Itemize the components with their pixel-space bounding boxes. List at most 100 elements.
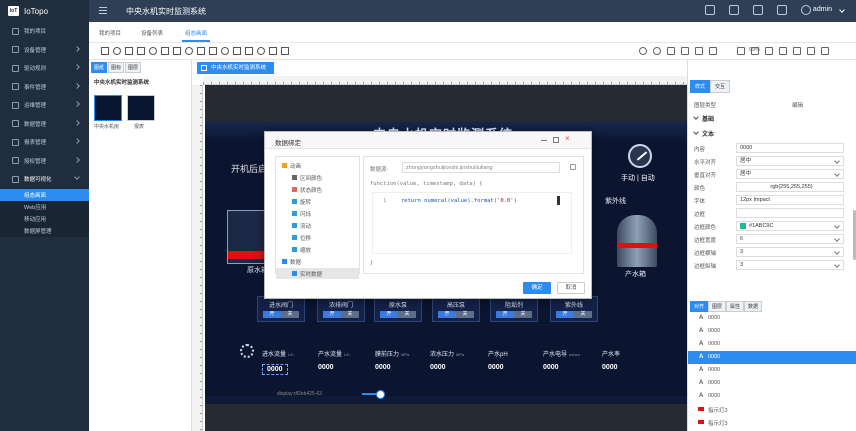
prop-value[interactable]: 3 (736, 260, 844, 270)
left-panel-tab[interactable]: 图纸 (91, 62, 108, 73)
drawing-thumb-main[interactable] (94, 95, 122, 121)
layer-item[interactable]: A 0000 (688, 377, 856, 390)
drawing-tree-root[interactable]: 中央水机实时监测系统 (94, 78, 149, 86)
layer-panel-tab[interactable]: 图层 (708, 301, 727, 312)
code-editor[interactable]: 1 return numeral(value).format('0.0') (372, 192, 572, 254)
toolbar-action-icon[interactable] (639, 47, 647, 55)
message-icon[interactable] (777, 5, 787, 15)
binding-tree-node[interactable]: 数据 (276, 256, 359, 267)
globe-icon[interactable] (801, 5, 811, 15)
sidebar-item[interactable]: 数据管理 (0, 115, 89, 134)
layer-item[interactable]: A 0000 (688, 390, 856, 403)
shape-tool-icon[interactable] (125, 47, 133, 55)
sidebar-item[interactable]: 授权管理 (0, 152, 89, 171)
toolbar-action-icon[interactable] (737, 47, 745, 55)
layer-panel-tab[interactable]: 属性 (726, 301, 745, 312)
layer-item[interactable]: A 0000 (688, 351, 856, 364)
sidebar-item[interactable]: 驱动规则 (0, 59, 89, 78)
drawing-thumb-report[interactable] (127, 95, 155, 121)
layer-item[interactable]: 指示灯3 (688, 403, 856, 416)
sensor-readout[interactable]: 产水流量 L/h 0000 (318, 349, 374, 371)
shape-tool-icon[interactable] (197, 47, 205, 55)
binding-tree-node[interactable]: 动画 (276, 160, 359, 171)
hamburger-icon[interactable] (99, 7, 107, 14)
layer-item[interactable]: A 0000 (688, 312, 856, 325)
switch-on[interactable]: 开 (556, 311, 574, 318)
toolbar-action-icon[interactable] (751, 47, 759, 55)
shape-tool-icon[interactable] (137, 47, 145, 55)
binding-tree-node[interactable]: 状态颜色 (276, 184, 359, 195)
left-panel-tab[interactable]: 图层 (125, 62, 142, 73)
shape-tool-icon[interactable] (113, 47, 121, 55)
switch-on[interactable]: 开 (496, 311, 514, 318)
switch-on[interactable]: 开 (323, 311, 341, 318)
zoom-slider[interactable] (362, 390, 385, 399)
cancel-button[interactable]: 取消 (557, 282, 585, 294)
sidebar-subitem[interactable]: 移动应用 (0, 212, 89, 225)
shape-tool-icon[interactable] (245, 47, 253, 55)
valve-control[interactable]: 原水泵开关 (374, 296, 422, 322)
valve-switch[interactable]: 开关 (323, 311, 359, 318)
sensor-readout[interactable]: 产水pH 0000 (488, 349, 544, 371)
shape-tool-icon[interactable] (149, 47, 157, 55)
copy-icon[interactable] (570, 164, 576, 170)
switch-off[interactable]: 关 (456, 311, 474, 318)
prop-value[interactable]: 3 (736, 247, 844, 257)
user-menu[interactable]: admin (813, 6, 832, 13)
sidebar-subitem[interactable]: 数据屏管理 (0, 224, 89, 237)
toolbar-action-icon[interactable] (681, 47, 689, 55)
prop-value[interactable]: 12px Impact (736, 195, 844, 205)
binding-tree-node[interactable]: 缩放 (276, 244, 359, 255)
sensor-readout[interactable]: 产水电导 us/cm 0000 (543, 349, 599, 371)
sidebar-item[interactable]: 报表管理 (0, 133, 89, 152)
toolbar-action-icon[interactable] (821, 47, 829, 55)
switch-off[interactable]: 关 (514, 311, 532, 318)
prop-value[interactable]: 居中 (736, 169, 844, 179)
layer-item[interactable]: A 0000 (688, 325, 856, 338)
switch-off[interactable]: 关 (398, 311, 416, 318)
switch-on[interactable]: 开 (438, 311, 456, 318)
sensor-readout[interactable]: 进水流量 L/h 0000 (262, 349, 318, 375)
toolbar-action-icon[interactable] (653, 47, 661, 55)
mode-knob-icon[interactable] (628, 144, 652, 168)
alert-icon[interactable] (705, 5, 715, 15)
binding-tree-node[interactable]: 流动 (276, 220, 359, 231)
switch-off[interactable]: 关 (341, 311, 359, 318)
valve-control[interactable]: 高压泵开关 (432, 296, 480, 322)
sensor-readout[interactable]: 浓水压力 MPa 0000 (430, 349, 486, 371)
toolbar-action-icon[interactable] (793, 47, 801, 55)
sidebar-item[interactable]: 事件管理 (0, 78, 89, 97)
sidebar-item[interactable]: 设备管理 (0, 41, 89, 60)
prop-value[interactable]: #1ABC9C (736, 221, 844, 231)
layer-panel-tab[interactable]: 对齐 (690, 301, 709, 312)
valve-control[interactable]: 进水阀门开关 (257, 296, 305, 322)
sensor-readout[interactable]: 膜前压力 MPa 0000 (375, 349, 431, 371)
prop-value[interactable] (736, 208, 844, 218)
binding-tree-node[interactable]: 实时数据 (276, 268, 359, 279)
switch-on[interactable]: 开 (263, 311, 281, 318)
sensor-readout[interactable]: 产水率 0000 (602, 349, 658, 371)
page-tab[interactable]: 组态画面 (181, 29, 211, 42)
sidebar-subitem[interactable]: 组态画面 (0, 188, 89, 201)
ok-button[interactable]: 确定 (523, 282, 551, 294)
binding-tree-node[interactable]: 区间颜色 (276, 172, 359, 183)
shape-tool-icon[interactable] (101, 47, 109, 55)
prop-value[interactable]: rgb(255,255,255) (736, 182, 844, 192)
sidebar-item[interactable]: 运维管理 (0, 96, 89, 115)
layer-item[interactable]: 指示灯3 (688, 416, 856, 429)
prop-value[interactable]: 居中 (736, 156, 844, 166)
layer-panel-tab[interactable]: 数据 (744, 301, 763, 312)
binding-tree-node[interactable]: 位移 (276, 232, 359, 243)
valve-control[interactable]: 紫外线开关 (550, 296, 598, 322)
valve-switch[interactable]: 开关 (380, 311, 416, 318)
minimize-icon[interactable] (541, 137, 547, 141)
right-panel-tab[interactable]: 交互 (710, 80, 731, 93)
switch-off[interactable]: 关 (281, 311, 299, 318)
maximize-icon[interactable] (553, 137, 559, 143)
chevron-down-icon[interactable] (839, 7, 845, 13)
shape-tool-icon[interactable] (281, 47, 289, 55)
datasource-input[interactable]: zhongyangshuijiceshi.jinshuiliuliang (402, 162, 560, 173)
monitor-icon[interactable] (729, 5, 739, 15)
valve-control[interactable]: 浓排阀门开关 (317, 296, 365, 322)
shape-tool-icon[interactable] (185, 47, 193, 55)
